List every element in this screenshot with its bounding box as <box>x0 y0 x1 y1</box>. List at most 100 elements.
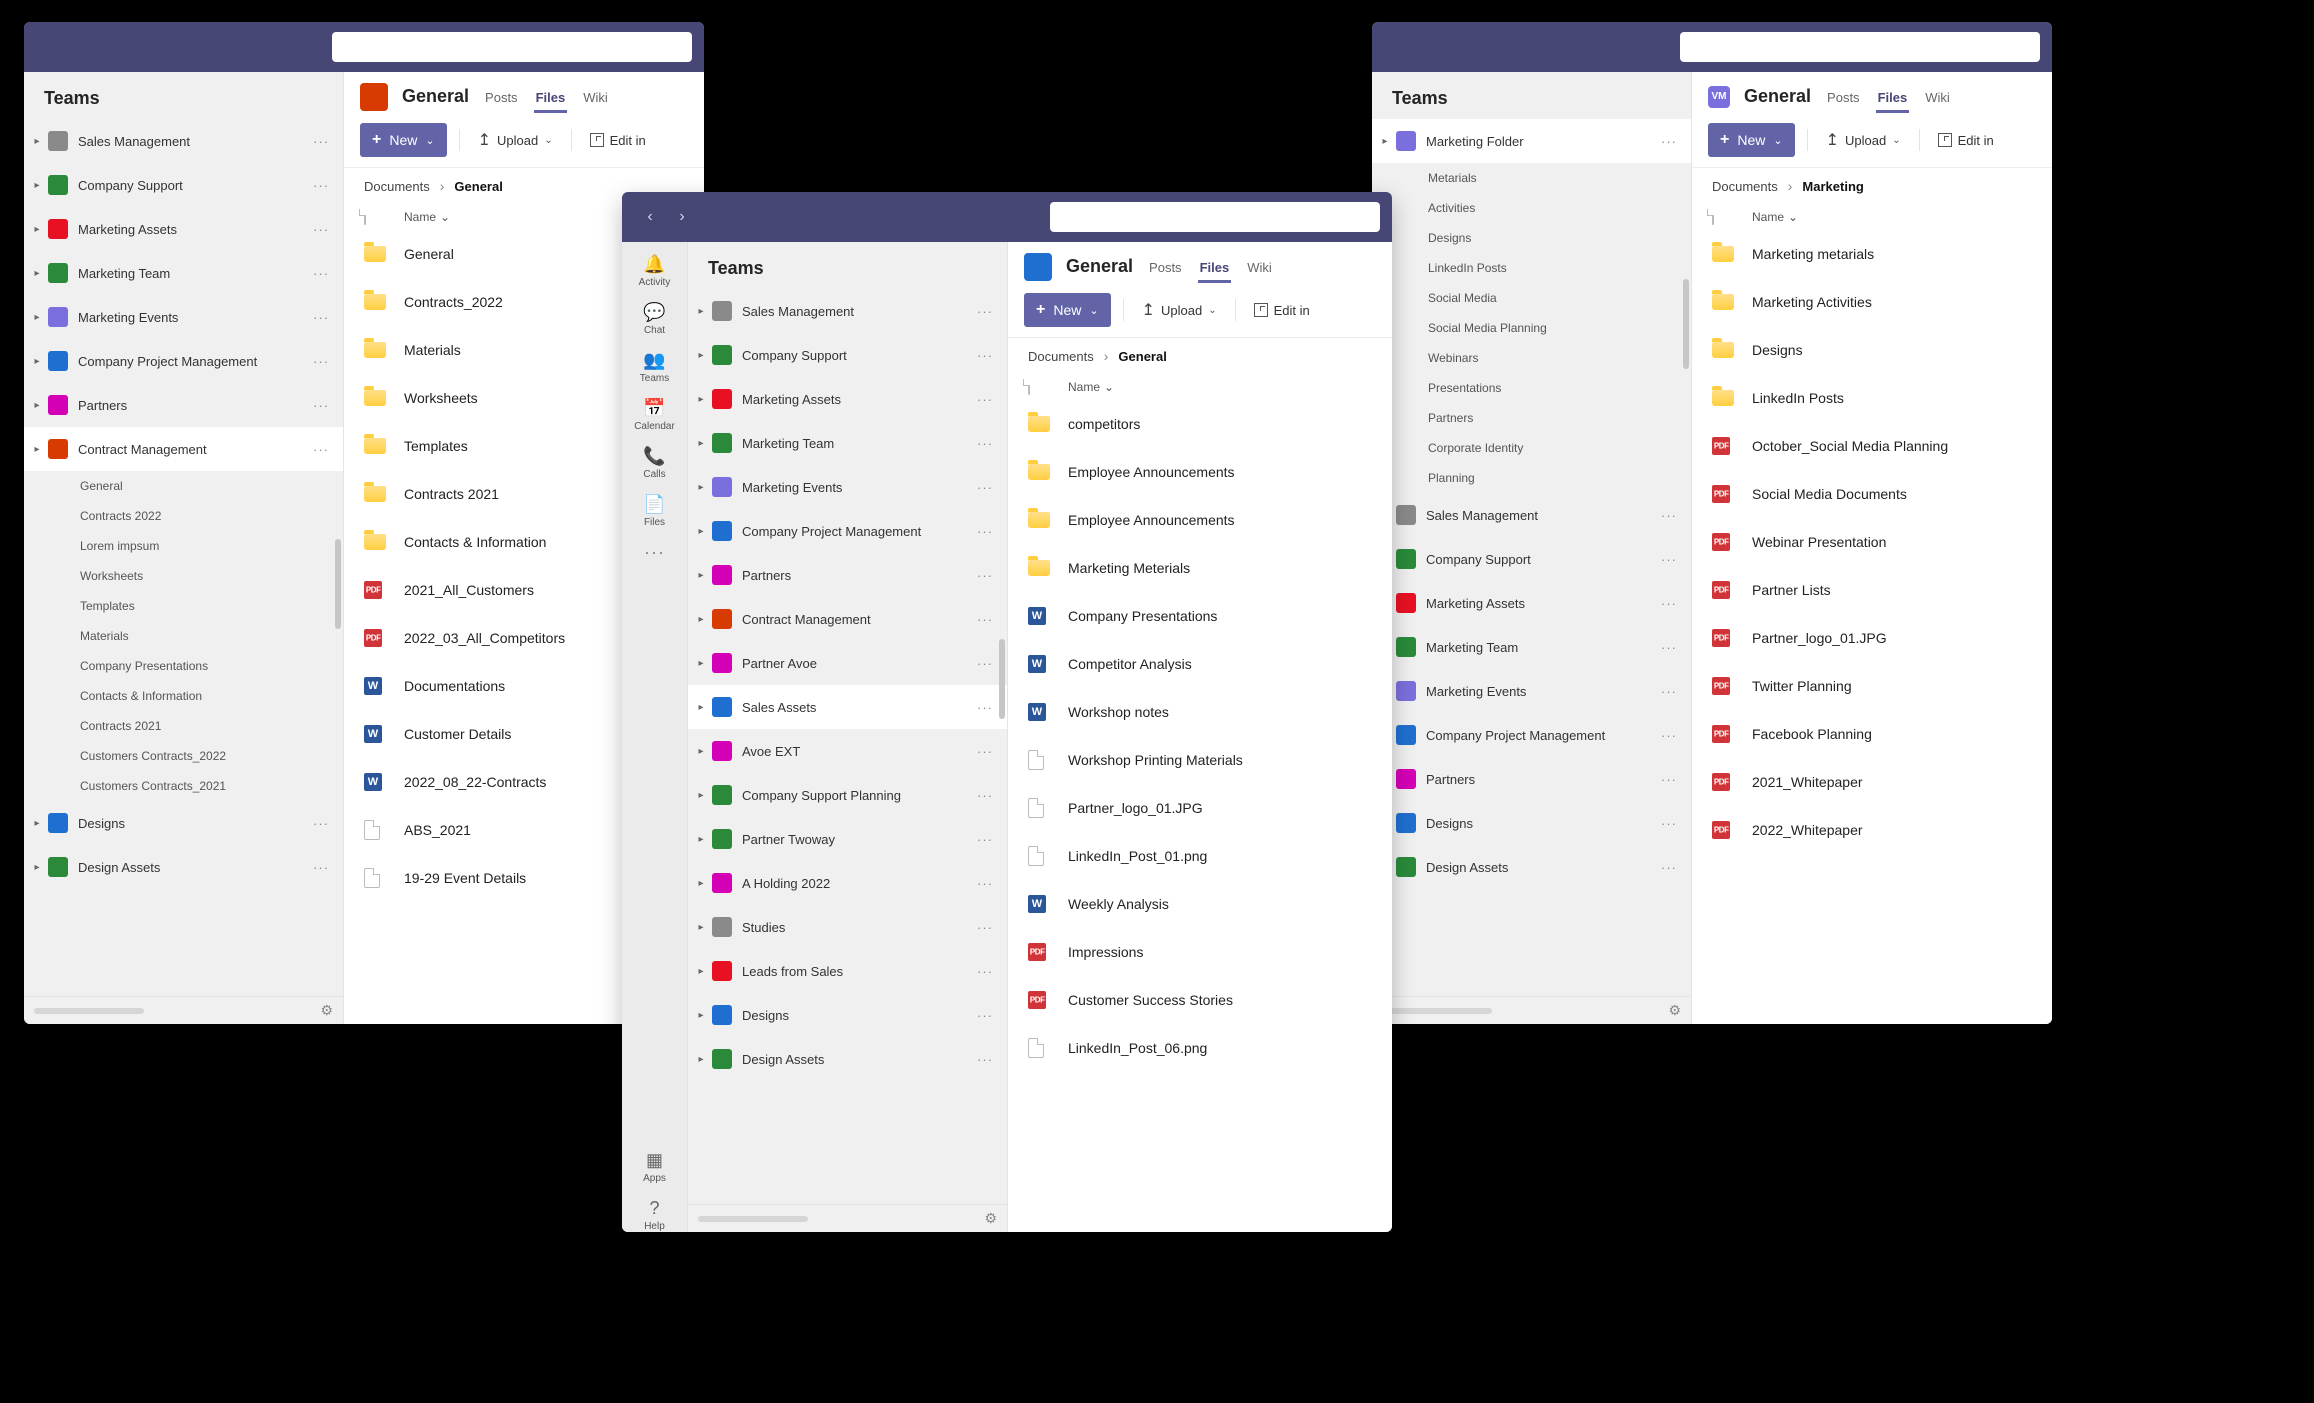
sidebar-hscroll[interactable] <box>34 1008 144 1014</box>
file-row[interactable]: Partner_logo_01.JPG <box>1692 614 2052 662</box>
more-icon[interactable] <box>973 568 997 583</box>
more-icon[interactable] <box>973 832 997 847</box>
sidebar-team-item[interactable]: ▸Sales Management <box>1372 493 1691 537</box>
sidebar-channel-item[interactable]: Worksheets <box>24 561 343 591</box>
more-icon[interactable] <box>1657 552 1681 567</box>
file-row[interactable]: Workshop Printing Materials <box>1008 736 1392 784</box>
sidebar-hscroll[interactable] <box>698 1216 808 1222</box>
sidebar-team-item[interactable]: ▸Studies <box>688 905 1007 949</box>
search-input[interactable] <box>1050 202 1380 232</box>
more-icon[interactable] <box>309 816 333 831</box>
sidebar-channel-item[interactable]: Social Media Planning <box>1372 313 1691 343</box>
sidebar-channel-item[interactable]: Webinars <box>1372 343 1691 373</box>
file-row[interactable]: 2021_Whitepaper <box>1692 758 2052 806</box>
tab-files[interactable]: Files <box>1876 80 1910 113</box>
col-name[interactable]: Name ⌄ <box>1752 210 1798 224</box>
sidebar-channel-item[interactable]: Customers Contracts_2022 <box>24 741 343 771</box>
sidebar-team-item[interactable]: ▸Marketing Events <box>688 465 1007 509</box>
file-row[interactable]: Marketing Activities <box>1692 278 2052 326</box>
tab-posts[interactable]: Posts <box>1825 80 1862 113</box>
rail-calendar[interactable]: 📅Calendar <box>631 398 679 432</box>
sidebar-team-item[interactable]: ▸Marketing Events <box>1372 669 1691 713</box>
file-row[interactable]: Customer Success Stories <box>1008 976 1392 1024</box>
file-row[interactable]: 2022_Whitepaper <box>1692 806 2052 854</box>
more-icon[interactable] <box>973 1052 997 1067</box>
upload-button[interactable]: Upload ⌄ <box>1136 296 1223 324</box>
sidebar-team-item[interactable]: ▸Company Support <box>24 163 343 207</box>
sidebar-team-item[interactable]: ▸Partners <box>688 553 1007 597</box>
sidebar-channel-item[interactable]: Activities <box>1372 193 1691 223</box>
file-row[interactable]: Marketing Meterials <box>1008 544 1392 592</box>
sidebar-channel-item[interactable]: Social Media <box>1372 283 1691 313</box>
sidebar-channel-item[interactable]: Lorem impsum <box>24 531 343 561</box>
sidebar-team-item[interactable]: ▸Company Support Planning <box>688 773 1007 817</box>
more-icon[interactable] <box>973 964 997 979</box>
back-button[interactable]: ‹ <box>638 205 662 229</box>
more-icon[interactable] <box>973 788 997 803</box>
gear-icon[interactable]: ⚙ <box>320 1002 333 1019</box>
more-icon[interactable] <box>309 178 333 193</box>
rail-apps[interactable]: ▦Apps <box>631 1150 679 1184</box>
search-input[interactable] <box>1680 32 2040 62</box>
sidebar-channel-item[interactable]: General <box>24 471 343 501</box>
breadcrumb-root[interactable]: Documents <box>364 179 430 194</box>
sidebar-team-item[interactable]: ▸Partners <box>24 383 343 427</box>
sidebar-hscroll[interactable] <box>1382 1008 1492 1014</box>
file-row[interactable]: Designs <box>1692 326 2052 374</box>
file-row[interactable]: Employee Announcements <box>1008 496 1392 544</box>
tab-wiki[interactable]: Wiki <box>581 80 610 113</box>
edit-in-button[interactable]: Edit in <box>1932 129 2000 152</box>
new-button[interactable]: + New ⌄ <box>1708 123 1795 157</box>
sidebar-team-item[interactable]: ▸Company Support <box>1372 537 1691 581</box>
sidebar-channel-item[interactable]: Designs <box>1372 223 1691 253</box>
sidebar-team-item[interactable]: ▸Sales Assets <box>688 685 1007 729</box>
more-icon[interactable] <box>973 612 997 627</box>
more-icon[interactable] <box>1657 860 1681 875</box>
sidebar-team-item[interactable]: ▸Leads from Sales <box>688 949 1007 993</box>
breadcrumb-root[interactable]: Documents <box>1028 349 1094 364</box>
sidebar-scrollbar[interactable] <box>999 639 1005 719</box>
more-icon[interactable] <box>973 656 997 671</box>
file-row[interactable]: LinkedIn Posts <box>1692 374 2052 422</box>
rail-help[interactable]: ?Help <box>631 1198 679 1232</box>
sidebar-team-item[interactable]: ▸Partner Avoe <box>688 641 1007 685</box>
more-icon[interactable] <box>309 398 333 413</box>
new-button[interactable]: + New ⌄ <box>1024 293 1111 327</box>
file-row[interactable]: Company Presentations <box>1008 592 1392 640</box>
sidebar-team-item[interactable]: ▸Company Support <box>688 333 1007 377</box>
sidebar-team-item[interactable]: ▸Marketing Assets <box>688 377 1007 421</box>
sidebar-team-item[interactable]: ▸Marketing Team <box>24 251 343 295</box>
file-row[interactable]: Facebook Planning <box>1692 710 2052 758</box>
sidebar-channel-item[interactable]: Partners <box>1372 403 1691 433</box>
file-row[interactable]: Webinar Presentation <box>1692 518 2052 566</box>
sidebar-team-item[interactable]: ▸Company Project Management <box>1372 713 1691 757</box>
more-icon[interactable] <box>973 436 997 451</box>
rail-calls[interactable]: 📞Calls <box>631 446 679 480</box>
more-icon[interactable] <box>1657 596 1681 611</box>
sidebar-channel-item[interactable]: Contracts 2022 <box>24 501 343 531</box>
upload-button[interactable]: Upload ⌄ <box>472 126 559 154</box>
sidebar-team-item[interactable]: ▸Marketing Team <box>688 421 1007 465</box>
more-icon[interactable] <box>1657 640 1681 655</box>
tab-posts[interactable]: Posts <box>483 80 520 113</box>
more-icon[interactable] <box>973 700 997 715</box>
more-icon[interactable] <box>309 310 333 325</box>
sidebar-team-item[interactable]: ▸Design Assets <box>24 845 343 889</box>
col-name[interactable]: Name ⌄ <box>404 210 450 224</box>
sidebar-team-item[interactable]: ▸Contract Management <box>688 597 1007 641</box>
file-row[interactable]: Weekly Analysis <box>1008 880 1392 928</box>
file-row[interactable]: Twitter Planning <box>1692 662 2052 710</box>
more-icon[interactable] <box>1657 684 1681 699</box>
tab-files[interactable]: Files <box>534 80 568 113</box>
sidebar-team-item[interactable]: ▸Contract Management <box>24 427 343 471</box>
sidebar-channel-item[interactable]: Metarials <box>1372 163 1691 193</box>
search-input[interactable] <box>332 32 692 62</box>
sidebar-team-item[interactable]: ▸Marketing Folder <box>1372 119 1691 163</box>
more-icon[interactable] <box>309 134 333 149</box>
more-icon[interactable] <box>309 266 333 281</box>
sidebar-team-item[interactable]: ▸Sales Management <box>688 289 1007 333</box>
sidebar-channel-item[interactable]: Corporate Identity <box>1372 433 1691 463</box>
more-icon[interactable] <box>1657 508 1681 523</box>
sidebar-channel-item[interactable]: Presentations <box>1372 373 1691 403</box>
tab-posts[interactable]: Posts <box>1147 250 1184 283</box>
